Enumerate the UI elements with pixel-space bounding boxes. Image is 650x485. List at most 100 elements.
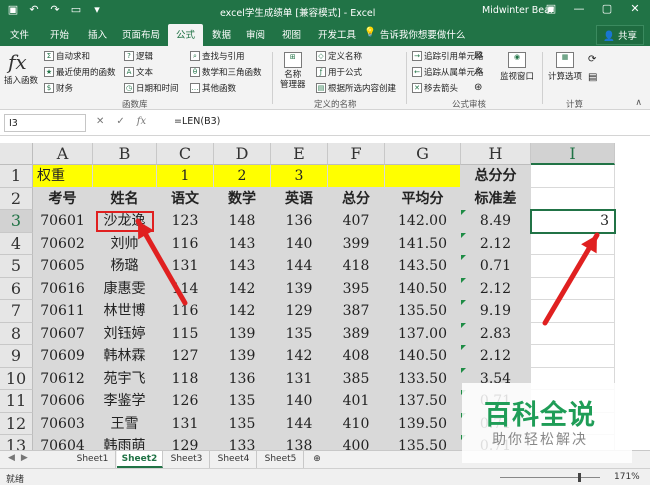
watch-window-icon: ◉ <box>508 52 526 68</box>
zoom-slider[interactable] <box>500 477 600 478</box>
group-separator <box>272 52 273 104</box>
show-formulas-icon[interactable]: ⊡ <box>474 50 482 61</box>
window-title: excel学生成绩单 [兼容模式] - Excel <box>220 8 376 19</box>
zoom-slider-thumb[interactable] <box>578 473 581 482</box>
recent-functions-label: 最近使用的函数 <box>56 68 116 78</box>
tab-formulas[interactable]: 公式 <box>168 24 204 47</box>
undo-icon[interactable]: ↶ <box>27 3 41 16</box>
share-button[interactable]: 👤 共享 <box>596 25 644 45</box>
lookup-icon: ⌕ <box>190 51 200 61</box>
formula-input[interactable]: =LEN(B3) <box>174 116 220 127</box>
cancel-icon[interactable]: ✕ <box>96 116 104 127</box>
tab-page-layout[interactable]: 页面布局 <box>122 27 160 41</box>
add-sheet-icon[interactable]: ⊕ <box>309 451 325 468</box>
group-separator <box>542 52 543 104</box>
name-manager-label: 名称 管理器 <box>280 70 306 90</box>
math-trig-button[interactable]: θ 数学和三角函数 <box>190 66 262 78</box>
prev-sheet-icon[interactable]: ◀ <box>8 453 15 463</box>
create-from-selection-button[interactable]: ▤ 根据所选内容创建 <box>316 82 396 94</box>
calculate-now-icon[interactable]: ⟳ <box>588 54 596 65</box>
save-icon[interactable]: ▣ <box>6 3 20 16</box>
group-separator <box>406 52 407 104</box>
sheet-tab-sheet4[interactable]: Sheet4 <box>211 451 257 468</box>
sheet-tab-sheet3[interactable]: Sheet3 <box>164 451 210 468</box>
lightbulb-icon: 💡 <box>364 27 376 38</box>
watermark: 百科全说 助你轻松解决 <box>462 383 632 463</box>
date-time-label: 日期和时间 <box>136 84 179 94</box>
use-in-formula-button[interactable]: ƒ 用于公式 <box>316 66 362 78</box>
name-box[interactable]: I3 <box>4 114 86 132</box>
name-manager-button[interactable]: ⊞ 名称 管理器 <box>280 52 306 90</box>
status-ready: 就绪 <box>6 475 25 485</box>
text-icon: A <box>124 67 134 77</box>
recent-functions-button[interactable]: ★ 最近使用的函数 <box>44 66 116 78</box>
clock-icon: ◷ <box>124 83 134 93</box>
redo-icon[interactable]: ↷ <box>48 3 62 16</box>
customize-icon[interactable]: ▾ <box>90 3 104 16</box>
formula-bar: I3 ✕ ✓ fx =LEN(B3) <box>0 110 650 136</box>
math-label: 数学和三角函数 <box>202 68 262 78</box>
use-in-formula-label: 用于公式 <box>328 68 363 78</box>
watch-window-button[interactable]: ◉ 监视窗口 <box>500 52 534 82</box>
logical-icon: ? <box>124 51 134 61</box>
calculation-options-label: 计算选项 <box>548 72 583 82</box>
lookup-label: 查找与引用 <box>202 52 245 62</box>
more-functions-button[interactable]: … 其他函数 <box>190 82 236 94</box>
close-icon[interactable]: ✕ <box>626 2 644 15</box>
watermark-title: 百科全说 <box>484 400 596 431</box>
tab-data[interactable]: 数据 <box>212 27 231 41</box>
trace-dependents-button[interactable]: ← 追踪从属单元格 <box>412 66 484 78</box>
calculate-sheet-icon[interactable]: ▤ <box>588 72 597 83</box>
logical-button[interactable]: ? 逻辑 <box>124 50 153 62</box>
financial-button[interactable]: $ 财务 <box>44 82 73 94</box>
collapse-ribbon-icon[interactable]: ∧ <box>635 98 642 108</box>
error-check-icon[interactable]: ⚠ <box>474 66 483 77</box>
remove-arrows-button[interactable]: ✕ 移去箭头 <box>412 82 458 94</box>
insert-function-button[interactable]: 插入函数 <box>4 74 38 86</box>
sheet-tab-sheet2[interactable]: Sheet2 <box>117 451 163 468</box>
remove-arrows-label: 移去箭头 <box>424 84 459 94</box>
formula-auditing-label: 公式审核 <box>452 100 487 110</box>
title-bar: ▣ ↶ ↷ ▭ ▾ excel学生成绩单 [兼容模式] - Excel Midw… <box>0 0 650 22</box>
use-formula-icon: ƒ <box>316 67 326 77</box>
new-icon[interactable]: ▭ <box>69 3 83 16</box>
remove-arrows-icon: ✕ <box>412 83 422 93</box>
text-button[interactable]: A 文本 <box>124 66 153 78</box>
financial-icon: $ <box>44 83 54 93</box>
define-name-button[interactable]: ◇ 定义名称 <box>316 50 362 62</box>
date-time-button[interactable]: ◷ 日期和时间 <box>124 82 179 94</box>
formula-buttons: ✕ ✓ fx <box>96 116 146 127</box>
ribbon-display-icon[interactable]: ▣ <box>542 2 560 15</box>
autosum-button[interactable]: Σ 自动求和 <box>44 50 90 62</box>
trace-precedents-button[interactable]: → 追踪引用单元格 <box>412 50 484 62</box>
text-label: 文本 <box>136 68 154 78</box>
tab-review[interactable]: 审阅 <box>246 27 265 41</box>
person-icon: 👤 <box>603 31 615 42</box>
zoom-level[interactable]: 171% <box>614 472 640 482</box>
minimize-icon[interactable]: — <box>570 2 588 15</box>
calculation-options-button[interactable]: ▦ 计算选项 <box>548 52 582 82</box>
sheet-tab-sheet1[interactable]: Sheet1 <box>70 451 116 468</box>
calculation-label: 计算 <box>566 100 584 110</box>
autosum-label: 自动求和 <box>56 52 91 62</box>
lookup-reference-button[interactable]: ⌕ 查找与引用 <box>190 50 245 62</box>
status-bar: 就绪 171% <box>0 468 650 485</box>
insert-function-icon[interactable]: fx <box>8 50 27 74</box>
math-icon: θ <box>190 67 200 77</box>
enter-icon[interactable]: ✓ <box>116 116 124 127</box>
maximize-icon[interactable]: ▢ <box>598 2 616 15</box>
tab-file[interactable]: 文件 <box>10 27 29 41</box>
tell-me-box[interactable]: 💡 告诉我你想要做什么 <box>364 27 465 41</box>
tell-me-text: 告诉我你想要做什么 <box>379 30 466 41</box>
evaluate-formula-icon[interactable]: ⊛ <box>474 82 482 93</box>
next-sheet-icon[interactable]: ▶ <box>21 453 28 463</box>
insert-function-fx-icon[interactable]: fx <box>137 116 146 127</box>
tab-developer[interactable]: 开发工具 <box>318 27 356 41</box>
watermark-subtitle: 助你轻松解决 <box>492 432 588 448</box>
share-label: 共享 <box>617 31 637 42</box>
function-library-label: 函数库 <box>122 100 148 110</box>
tab-insert[interactable]: 插入 <box>88 27 107 41</box>
sheet-tab-sheet5[interactable]: Sheet5 <box>258 451 304 468</box>
tab-home[interactable]: 开始 <box>50 27 69 41</box>
tab-view[interactable]: 视图 <box>282 27 301 41</box>
